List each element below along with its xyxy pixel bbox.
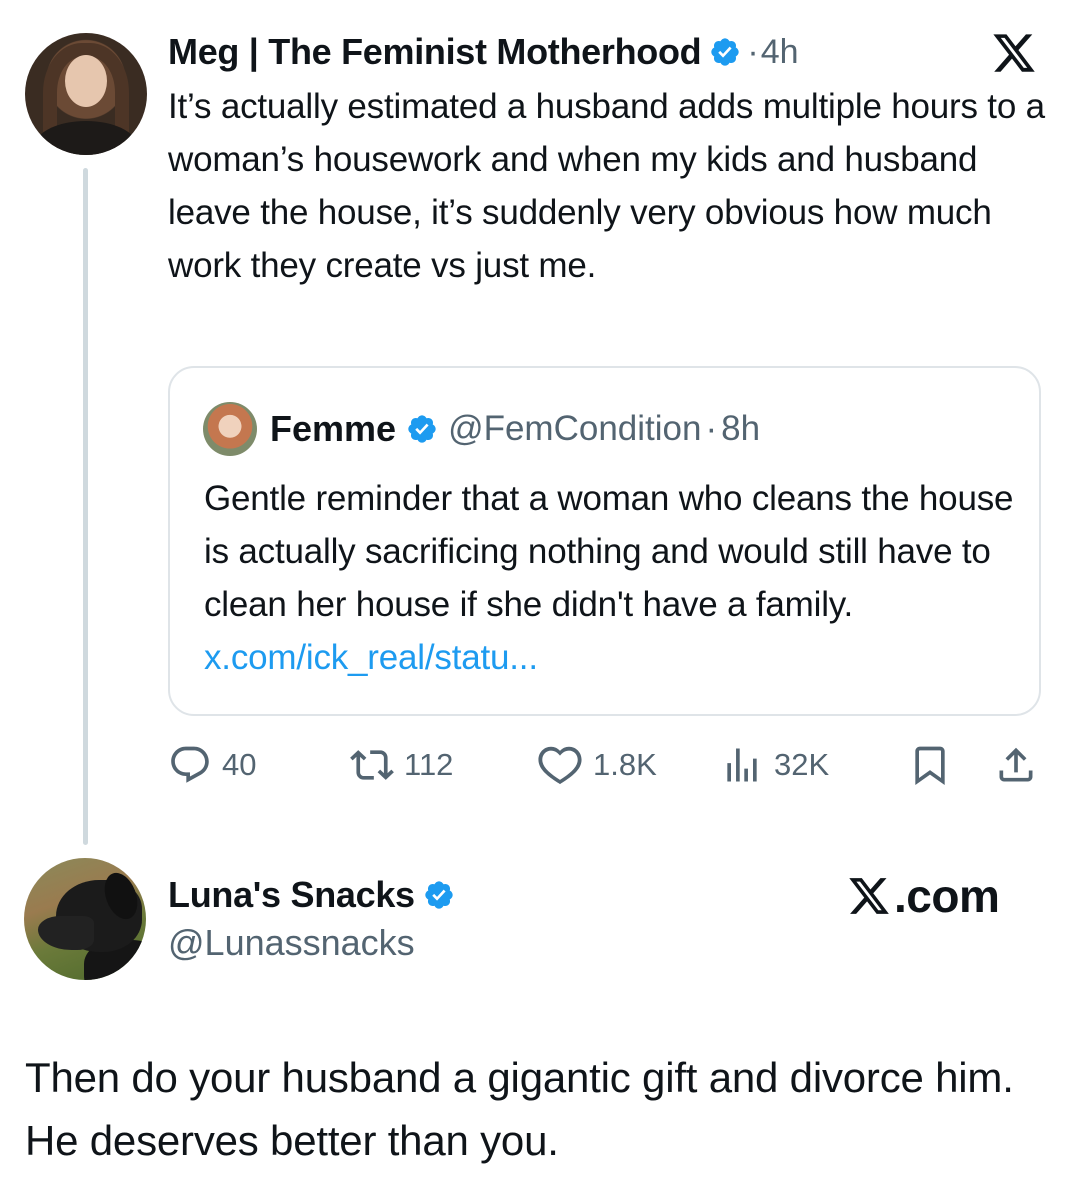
bookmark-icon — [915, 746, 945, 786]
repost-icon — [350, 750, 394, 780]
tweet-header: Meg | The Feminist Motherhood · 4h — [168, 30, 799, 74]
views-button[interactable]: 32K — [720, 742, 829, 788]
quoted-tweet-link[interactable]: x.com/ick_real/statu... — [204, 638, 538, 677]
x-logo-icon — [993, 34, 1035, 72]
repost-button[interactable]: 112 — [350, 742, 453, 788]
share-button[interactable] — [994, 742, 1038, 788]
verified-badge-icon — [408, 415, 436, 443]
verified-badge-icon — [425, 881, 453, 909]
like-icon — [538, 746, 582, 785]
tweet-text: It’s actually estimated a husband adds m… — [168, 87, 1045, 285]
reply-count: 40 — [222, 747, 257, 782]
quoted-author-handle: @FemCondition — [448, 409, 702, 448]
like-button[interactable]: 1.8K — [537, 742, 657, 788]
bookmark-button[interactable] — [908, 742, 952, 788]
quoted-tweet-header: Femme @FemCondition · 8h — [270, 406, 760, 452]
quoted-tweet-time: 8h — [721, 409, 761, 448]
verified-badge-icon — [711, 38, 740, 66]
separator-dot: · — [747, 32, 759, 71]
quoted-author-name: Femme — [270, 408, 397, 449]
reply-author-handle[interactable]: @Lunassnacks — [168, 922, 415, 964]
separator-dot: · — [705, 409, 718, 448]
reply-author-name[interactable]: Luna's Snacks — [168, 874, 415, 916]
reply-icon — [171, 746, 209, 783]
reply-button[interactable]: 40 — [168, 742, 256, 788]
author-avatar[interactable] — [25, 33, 147, 155]
tweet-time[interactable]: 4h — [761, 33, 799, 72]
watermark-domain: .com — [894, 870, 1000, 922]
quoted-tweet-text: Gentle reminder that a woman who cleans … — [204, 472, 1024, 684]
reply-author-avatar[interactable] — [24, 858, 146, 980]
views-count: 32K — [774, 747, 830, 782]
like-count: 1.8K — [593, 747, 657, 782]
thread-line — [83, 168, 88, 845]
reply-header: Luna's Snacks — [168, 872, 455, 918]
repost-count: 112 — [404, 747, 454, 782]
x-logo-icon — [849, 878, 889, 914]
quoted-author-avatar — [203, 402, 257, 456]
quoted-tweet-body: Gentle reminder that a woman who cleans … — [204, 479, 1014, 624]
x-com-watermark: .com — [846, 868, 1000, 924]
views-icon — [727, 748, 757, 782]
share-icon — [999, 747, 1033, 782]
reply-text: Then do your husband a gigantic gift and… — [25, 1054, 1014, 1164]
author-name[interactable]: Meg | The Feminist Motherhood — [168, 31, 702, 73]
